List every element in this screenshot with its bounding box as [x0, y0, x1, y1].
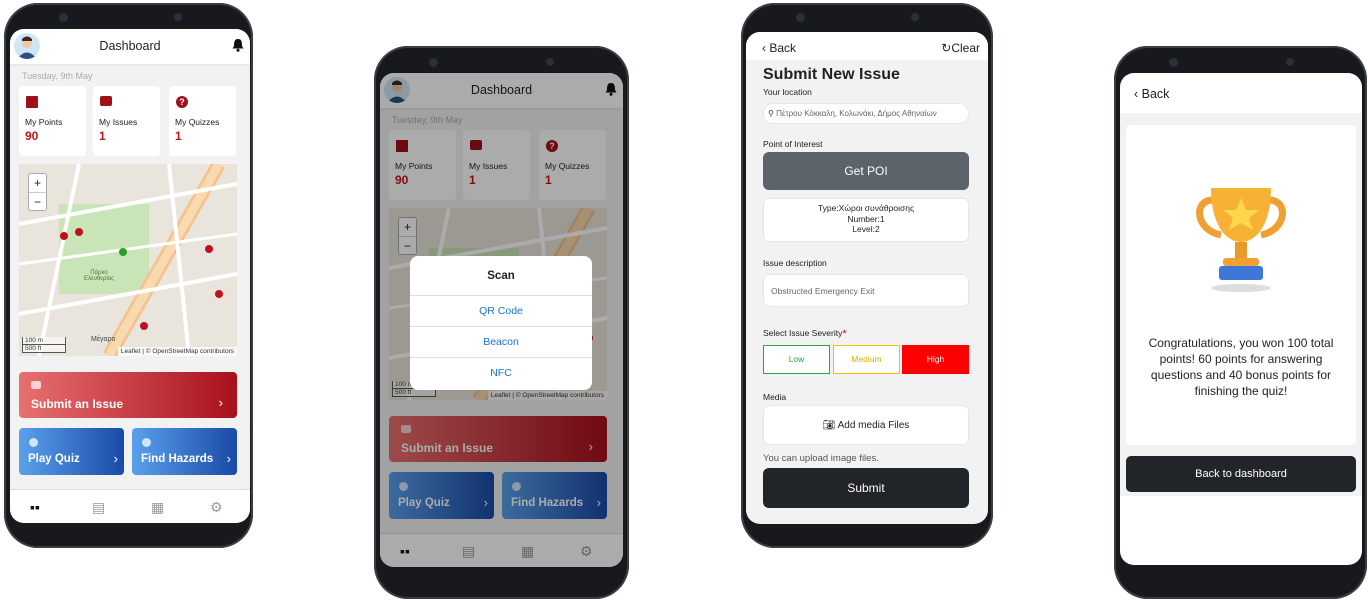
location-field[interactable]: ⚲ Πέτρου Κόκκαλη, Κολωνάκι, Δήμος Αθηναί… [763, 103, 969, 124]
back-to-dashboard-button[interactable]: Back to dashboard [1126, 456, 1356, 492]
severity-high[interactable]: High [902, 345, 969, 374]
card-my-points[interactable]: My Points 90 [19, 86, 86, 156]
nav-clipboard-icon[interactable]: ▤ [92, 499, 105, 516]
camera-icon: 📷︎ [822, 420, 838, 431]
result-message: Congratulations, you won 100 total point… [1148, 336, 1334, 398]
phone-quiz-result: ‹ Back Congratulations, you won 100 tota… [1114, 46, 1367, 599]
message-icon [31, 381, 41, 389]
page-title: Dashboard [99, 39, 161, 53]
play-quiz-button[interactable]: Play Quiz › [19, 428, 124, 475]
nav-dashboard-icon[interactable]: ▪▪ [30, 499, 40, 515]
question-icon: ? [176, 96, 188, 108]
card-my-quizzes[interactable]: ? My Quizzes 1 [169, 86, 236, 156]
add-media-button[interactable]: 📷︎ Add media Files [763, 405, 969, 445]
phone-scan: Dashboard Tuesday, 9th May My Points 90 M… [374, 46, 629, 599]
page-title: Submit New Issue [763, 66, 900, 83]
chevron-right-icon: › [226, 451, 231, 466]
scan-modal: Scan QR Code Beacon NFC [410, 256, 592, 390]
zoom-out-button[interactable]: − [29, 193, 46, 211]
phone-submit-issue: ‹ Back ↻Clear Submit New Issue Your loca… [741, 3, 993, 548]
bottom-nav: ▪▪ ▤ ▦ ⚙ [10, 489, 250, 523]
card-my-issues[interactable]: My Issues 1 [93, 86, 160, 156]
chevron-right-icon: › [113, 451, 118, 466]
gift-icon [26, 96, 38, 108]
date-label: Tuesday, 9th May [22, 71, 93, 81]
chevron-left-icon: ‹ [1134, 87, 1142, 101]
description-input[interactable]: Obstructed Emergency Exit [763, 274, 969, 307]
nav-gift-icon[interactable]: ▦ [151, 499, 164, 516]
back-button[interactable]: ‹ Back [762, 41, 796, 55]
clear-button[interactable]: ↻Clear [941, 41, 980, 55]
map-zoom-controls: + − [28, 173, 47, 211]
get-poi-button[interactable]: Get POI [763, 152, 969, 190]
map-scale: 100 m 500 ft [22, 337, 66, 353]
modal-title: Scan [410, 256, 592, 296]
result-card: Congratulations, you won 100 total point… [1126, 125, 1356, 445]
header: Dashboard [10, 29, 250, 64]
location-pin-icon: ⚲ [768, 109, 777, 118]
question-icon [29, 438, 38, 447]
question-icon [142, 438, 151, 447]
bell-icon[interactable] [232, 38, 244, 52]
scan-qr-option[interactable]: QR Code [410, 296, 592, 327]
map[interactable]: +− Πάρκο Ελευθερίας Μέγαρο 100 m500 ft L… [19, 164, 237, 356]
severity-medium[interactable]: Medium [833, 345, 900, 374]
chevron-right-icon: › [218, 395, 223, 410]
nav-gear-icon[interactable]: ⚙ [210, 499, 223, 516]
poi-info: Type:Χώροι συνάθροισης Number:1 Level:2 [763, 198, 969, 242]
find-hazards-button[interactable]: Find Hazards › [132, 428, 237, 475]
scan-nfc-option[interactable]: NFC [410, 358, 592, 389]
zoom-in-button[interactable]: + [29, 174, 46, 193]
trophy-icon [1196, 188, 1286, 292]
submit-button[interactable]: Submit [763, 468, 969, 508]
map-attribution[interactable]: Leaflet | © OpenStreetMap contributors [117, 347, 237, 356]
refresh-icon: ↻ [941, 41, 952, 55]
message-icon [100, 96, 112, 106]
submit-issue-button[interactable]: Submit an Issue › [19, 372, 237, 418]
phone-dashboard: Dashboard Tuesday, 9th May My Points 90 M… [4, 3, 253, 548]
severity-low[interactable]: Low [763, 345, 830, 374]
back-button[interactable]: ‹ Back [1134, 87, 1169, 101]
scan-beacon-option[interactable]: Beacon [410, 327, 592, 358]
